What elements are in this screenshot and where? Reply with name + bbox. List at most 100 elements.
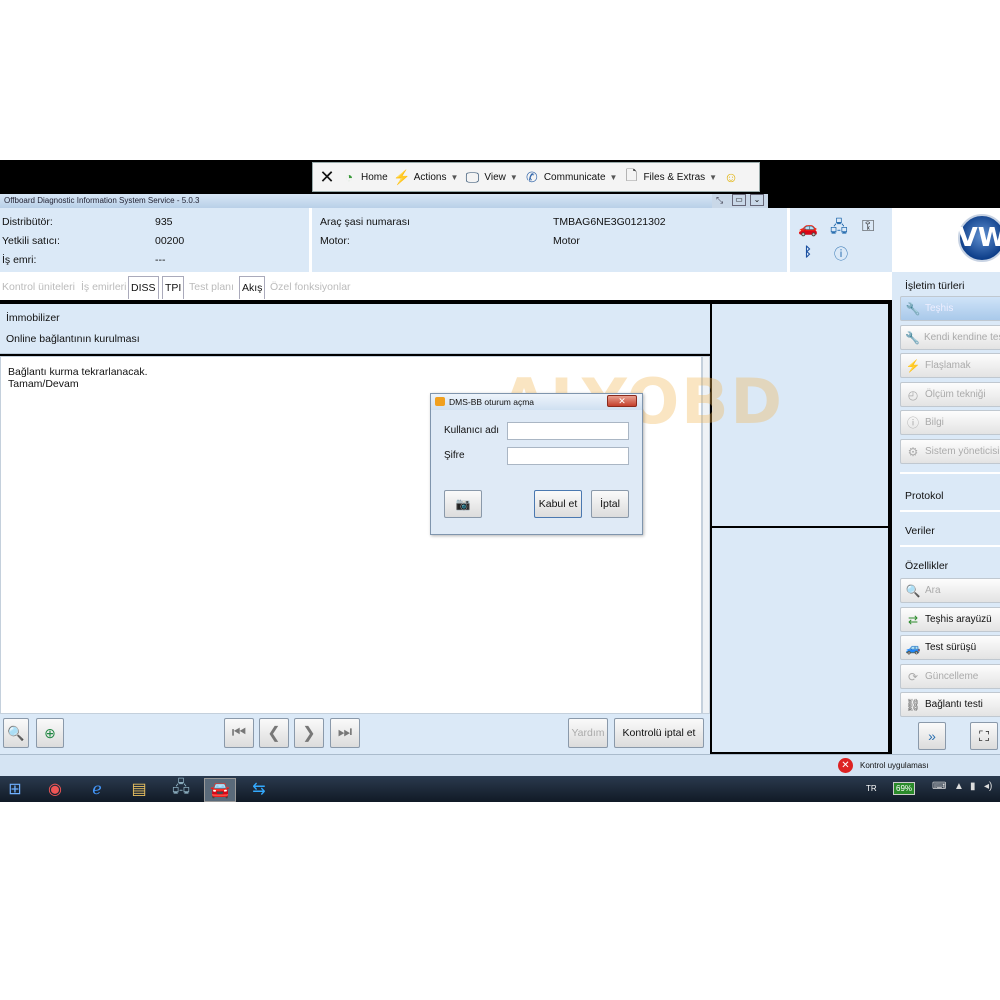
chevron-left-icon: ❮ [267, 725, 281, 742]
password-input[interactable] [507, 447, 629, 465]
home-icon: ◔ [344, 169, 354, 185]
sidebar-divider [900, 545, 1000, 547]
mode-measurement[interactable]: ◴ Ölçüm tekniği [900, 382, 1000, 407]
tab-test-plan[interactable]: Test planı [187, 276, 236, 298]
protocol-button[interactable]: Protokol [905, 490, 944, 502]
feature-connection-test[interactable]: ⛓ Bağlantı testi [900, 692, 1000, 717]
communicate-menu[interactable]: ✆ Communicate ▼ [524, 169, 618, 185]
last-page-button[interactable]: ⏭ [330, 718, 360, 748]
start-icon[interactable]: ⊞ [0, 778, 30, 800]
forward-button[interactable]: » [918, 722, 946, 750]
engine-label: Motor: [320, 235, 350, 247]
zoom-out-button[interactable]: 🔍 [3, 718, 29, 748]
tray-expand-icon[interactable]: ▲ [954, 781, 964, 792]
prev-page-button[interactable]: ❮ [259, 718, 289, 748]
vin-value: TMBAG6NE3G0121302 [553, 216, 666, 228]
tab-control-units[interactable]: Kontrol üniteleri [0, 276, 77, 298]
wrench-icon: 🔧 [905, 301, 921, 316]
order-value: --- [155, 254, 166, 266]
mode-self-diagnosis[interactable]: 🔧Kendi kendine teşhis [900, 325, 1000, 350]
feature-search[interactable]: 🔍 Ara [900, 578, 1000, 603]
vw-logo-icon: VW [958, 214, 1000, 262]
mode-info[interactable]: ⓘ Bilgi [900, 410, 1000, 435]
camera-button[interactable]: 📷 [444, 490, 482, 518]
help-button[interactable]: Yardım [568, 718, 608, 748]
actions-menu[interactable]: ⚡ Actions ▼ [393, 169, 458, 185]
flash-icon: ⚡ [905, 358, 921, 373]
battery-indicator[interactable]: 69% [893, 782, 916, 795]
side-panel-bottom [712, 528, 888, 752]
volume-icon[interactable]: ◂) [984, 781, 992, 792]
smiley-icon: ☺ [723, 169, 739, 185]
restore-icon[interactable]: ▭ [732, 194, 746, 206]
folder-icon[interactable]: ▤ [124, 778, 154, 800]
car-icon: 🚗 [798, 220, 818, 237]
content-text: Bağlantı kurma tekrarlanacak. Tamam/Deva… [8, 366, 147, 390]
teamviewer-icon[interactable]: ⇆ [244, 778, 274, 800]
close-toolbar-button[interactable]: ✕ [319, 166, 335, 187]
procedure-title: İmmobilizer [6, 312, 60, 324]
tray-icon[interactable]: ⌨ [932, 781, 946, 792]
gear-icon: ⚙ [907, 444, 919, 459]
data-button[interactable]: Veriler [905, 525, 935, 537]
fullscreen-icon: ⛶ [979, 727, 989, 744]
language-indicator[interactable]: TR [866, 784, 877, 793]
title-filler [768, 194, 1000, 208]
feature-update[interactable]: ⟳ Güncelleme [900, 664, 1000, 689]
vin-label: Araç şasi numarası [320, 216, 410, 228]
mode-flash[interactable]: ⚡ Flaşlamak [900, 353, 1000, 378]
tab-work-orders[interactable]: İş emirleri [79, 276, 129, 298]
tab-bar: Kontrol üniteleri İş emirleri DISS TPI T… [0, 272, 892, 300]
header-divider [787, 208, 790, 272]
wifi-icon[interactable]: ▮ [970, 781, 976, 792]
chrome-icon[interactable]: ◉ [40, 778, 70, 800]
files-menu[interactable]: 🗋 Files & Extras ▼ [623, 167, 717, 185]
username-input[interactable] [507, 422, 629, 440]
dealer-value: 00200 [155, 235, 185, 247]
view-menu[interactable]: 🖵 View ▼ [464, 169, 518, 185]
tab-tpi[interactable]: TPI [162, 276, 185, 299]
cancel-check-button[interactable]: Kontrolü iptal et [614, 718, 704, 748]
mode-diagnosis[interactable]: 🔧 Teşhis [900, 296, 1000, 321]
first-page-button[interactable]: ⏮ [224, 718, 254, 748]
cancel-button[interactable]: İptal [591, 490, 629, 518]
zoom-in-button[interactable]: ⊕ [36, 718, 64, 748]
content-line: Tamam/Devam [8, 378, 79, 390]
double-chevron-right-icon: » [928, 728, 936, 744]
zoom-out-icon: 🔍 [7, 724, 25, 741]
chevron-down-icon[interactable]: ⌄ [750, 194, 764, 206]
resize-icon[interactable]: ⤡ [716, 195, 723, 206]
bottom-toolbar: 🔍 ⊕ ⏮ ❮ ❯ ⏭ Yardım Kontrolü iptal et [0, 714, 710, 754]
order-label: İş emri: [2, 254, 37, 266]
procedure-subtitle: Online bağlantının kurulması [6, 333, 140, 345]
ie-icon[interactable]: ℯ [82, 778, 112, 800]
fullscreen-button[interactable]: ⛶ [970, 722, 998, 750]
info-icon: ⓘ [906, 416, 919, 430]
password-label: Şifre [444, 450, 465, 461]
bluetooth-icon: ᛒ [804, 244, 812, 259]
tab-flow[interactable]: Akış [239, 276, 266, 299]
username-label: Kullanıcı adı [444, 425, 500, 436]
tab-diss[interactable]: DISS [128, 276, 159, 299]
tab-special-functions[interactable]: Özel fonksiyonlar [268, 276, 353, 298]
mode-admin[interactable]: ⚙ Sistem yöneticisi [900, 439, 1000, 464]
connection-icon: ⛓ [905, 697, 921, 712]
accept-button[interactable]: Kabul et [534, 490, 582, 518]
update-icon: ⟳ [907, 669, 919, 684]
dialog-close-button[interactable]: ✕ [607, 395, 637, 407]
network-icon[interactable]: 🖧 [166, 778, 196, 800]
close-icon: ✕ [618, 395, 626, 406]
next-page-button[interactable]: ❯ [294, 718, 324, 748]
feature-test-drive[interactable]: 🚙 Test sürüşü [900, 635, 1000, 660]
odis-icon [435, 397, 445, 406]
info-icon: ⓘ [834, 246, 848, 262]
distributor-value: 935 [155, 216, 173, 228]
feature-diag-interface[interactable]: ⇄ Teşhis arayüzü [900, 607, 1000, 632]
sidebar-divider [900, 510, 1000, 512]
close-icon: ✕ [319, 166, 335, 187]
odis-taskbar-icon[interactable]: 🚘 [204, 778, 236, 802]
network-icon: 🖧 [830, 219, 848, 236]
home-button[interactable]: ◔ Home [341, 169, 388, 185]
header-divider [309, 208, 312, 272]
smiley-button[interactable]: ☺ [723, 169, 739, 185]
